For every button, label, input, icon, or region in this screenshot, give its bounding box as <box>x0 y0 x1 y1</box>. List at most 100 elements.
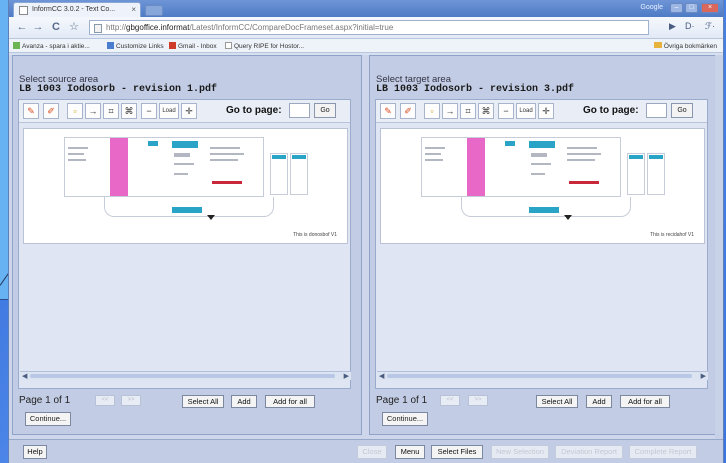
url-path: /Latest/InformCC/CompareDocFrameset.aspx… <box>189 23 394 32</box>
go-button[interactable]: Go <box>671 103 693 118</box>
fit-page-icon[interactable]: ⌗ <box>103 103 119 119</box>
window-close-icon[interactable]: × <box>701 3 719 13</box>
document-menu-icon[interactable]: D· <box>685 21 695 31</box>
scroll-left-icon[interactable]: ◀ <box>22 372 27 380</box>
pink-panel <box>467 138 485 196</box>
red-stripe <box>569 181 599 184</box>
address-bar[interactable]: http://gbgoffice.informat/Latest/InformC… <box>89 20 649 35</box>
source-viewer: ✎ ✐ ▫ → ⌗ ⌘ − Load ✛ Go to page: Go This… <box>18 99 351 389</box>
page-vertical-scrollbar[interactable] <box>715 55 723 463</box>
other-bookmarks[interactable]: Övriga bokmärken <box>653 42 717 50</box>
goto-page-input[interactable] <box>289 103 310 118</box>
crosshair-icon[interactable]: ✛ <box>538 103 554 119</box>
prev-page-button[interactable]: << <box>440 395 460 406</box>
minus-icon[interactable]: − <box>141 103 157 119</box>
source-pane: Select source area LB 1003 Iodosorb - re… <box>12 55 362 435</box>
add-for-all-button[interactable]: Add for all <box>620 395 670 408</box>
select-all-button[interactable]: Select All <box>182 395 224 408</box>
goto-page-input[interactable] <box>646 103 667 118</box>
pen-icon[interactable]: ✎ <box>23 103 39 119</box>
reload-icon[interactable]: C <box>49 20 63 34</box>
crosshair-icon[interactable]: ✛ <box>181 103 197 119</box>
fit-width-icon[interactable]: ⌘ <box>478 103 494 119</box>
add-button[interactable]: Add <box>231 395 257 408</box>
arrow-down-icon <box>564 215 572 220</box>
bookmark-item[interactable]: Customize Links <box>107 42 164 50</box>
go-button[interactable]: Go <box>314 103 336 118</box>
arrow-right-icon[interactable]: → <box>442 103 458 119</box>
bookmark-item[interactable]: Gmail - Inbox <box>169 42 217 50</box>
url-host: gbgoffice.informat <box>126 23 190 32</box>
close-tab-icon[interactable]: × <box>131 5 136 14</box>
browser-tab[interactable]: InformCC 3.0.2 - Text Co... × <box>13 2 141 17</box>
new-tab-button[interactable] <box>145 5 163 16</box>
help-button[interactable]: Help <box>23 445 47 459</box>
note-icon[interactable]: ▫ <box>67 103 83 119</box>
forward-icon[interactable]: → <box>31 20 45 34</box>
page-content: Select source area LB 1003 Iodosorb - re… <box>9 55 723 463</box>
text-line <box>567 153 601 155</box>
fit-page-icon[interactable]: ⌗ <box>460 103 476 119</box>
brand-badge <box>148 141 158 146</box>
brand-badge <box>629 155 643 159</box>
text-line <box>68 159 86 161</box>
pen-icon[interactable]: ✎ <box>380 103 396 119</box>
scroll-right-icon[interactable]: ▶ <box>344 372 349 380</box>
page-menu-icon[interactable]: ▶ <box>669 21 676 32</box>
bookmark-label: Gmail - Inbox <box>178 43 217 50</box>
bookmark-label: Avanza - spara i aktie... <box>22 43 90 50</box>
pink-panel <box>110 138 128 196</box>
target-page-preview[interactable]: This is recidahof V1 <box>380 128 705 244</box>
gmail-icon <box>169 42 176 49</box>
next-page-button[interactable]: >> <box>121 395 141 406</box>
target-viewer: ✎ ✐ ▫ → ⌗ ⌘ − Load ✛ Go to page: Go This… <box>375 99 708 389</box>
goto-label: Go to page: <box>226 105 282 116</box>
bottom-action-bar: Help Close Menu Select Files New Selecti… <box>9 439 723 463</box>
text-line <box>531 163 551 165</box>
select-files-button[interactable]: Select Files <box>431 445 483 459</box>
brand-badge <box>172 141 198 148</box>
complete-report-button[interactable]: Complete Report <box>629 445 697 459</box>
tools-menu-icon[interactable]: ℱ· <box>705 21 715 32</box>
select-all-button[interactable]: Select All <box>536 395 578 408</box>
new-selection-button[interactable]: New Selection <box>491 445 549 459</box>
source-doc-title: LB 1003 Iodosorb - revision 1.pdf <box>19 84 218 95</box>
minimize-icon[interactable]: – <box>670 3 683 13</box>
scroll-thumb[interactable] <box>387 374 692 378</box>
scroll-left-icon[interactable]: ◀ <box>379 372 384 380</box>
bookmark-item[interactable]: Query RIPE for Hostor... <box>225 42 304 50</box>
add-for-all-button[interactable]: Add for all <box>265 395 315 408</box>
minus-icon[interactable]: − <box>498 103 514 119</box>
bookmark-star-icon[interactable]: ☆ <box>67 20 81 34</box>
scroll-right-icon[interactable]: ▶ <box>701 372 706 380</box>
continue-button[interactable]: Continue... <box>382 412 428 426</box>
source-page-preview[interactable]: This is donosbof V1 <box>23 128 348 244</box>
add-button[interactable]: Add <box>586 395 612 408</box>
note-icon[interactable]: ▫ <box>424 103 440 119</box>
menu-button[interactable]: Menu <box>395 445 425 459</box>
arrow-right-icon[interactable]: → <box>85 103 101 119</box>
deviation-report-button[interactable]: Deviation Report <box>555 445 623 459</box>
bookmarks-bar: Avanza - spara i aktie... Customize Link… <box>9 39 723 53</box>
brand-badge <box>649 155 663 159</box>
highlighter-icon[interactable]: ✐ <box>400 103 416 119</box>
browser-toolbar: ← → C ☆ http://gbgoffice.informat/Latest… <box>9 17 723 39</box>
prev-page-button[interactable]: << <box>95 395 115 406</box>
load-button[interactable]: Load <box>516 103 536 119</box>
maximize-icon[interactable]: □ <box>685 3 698 13</box>
page-icon <box>225 42 232 49</box>
back-icon[interactable]: ← <box>15 20 29 34</box>
highlighter-icon[interactable]: ✐ <box>43 103 59 119</box>
load-button[interactable]: Load <box>159 103 179 119</box>
scroll-thumb[interactable] <box>30 374 335 378</box>
horizontal-scrollbar[interactable]: ◀ ▶ <box>20 371 351 380</box>
close-button[interactable]: Close <box>357 445 387 459</box>
text-line <box>531 173 545 175</box>
bookmark-item[interactable]: Avanza - spara i aktie... <box>13 42 90 50</box>
continue-button[interactable]: Continue... <box>25 412 71 426</box>
page-indicator: Page 1 of 1 <box>19 395 71 406</box>
next-page-button[interactable]: >> <box>468 395 488 406</box>
fit-width-icon[interactable]: ⌘ <box>121 103 137 119</box>
label-artwork <box>64 137 264 197</box>
horizontal-scrollbar[interactable]: ◀ ▶ <box>377 371 708 380</box>
